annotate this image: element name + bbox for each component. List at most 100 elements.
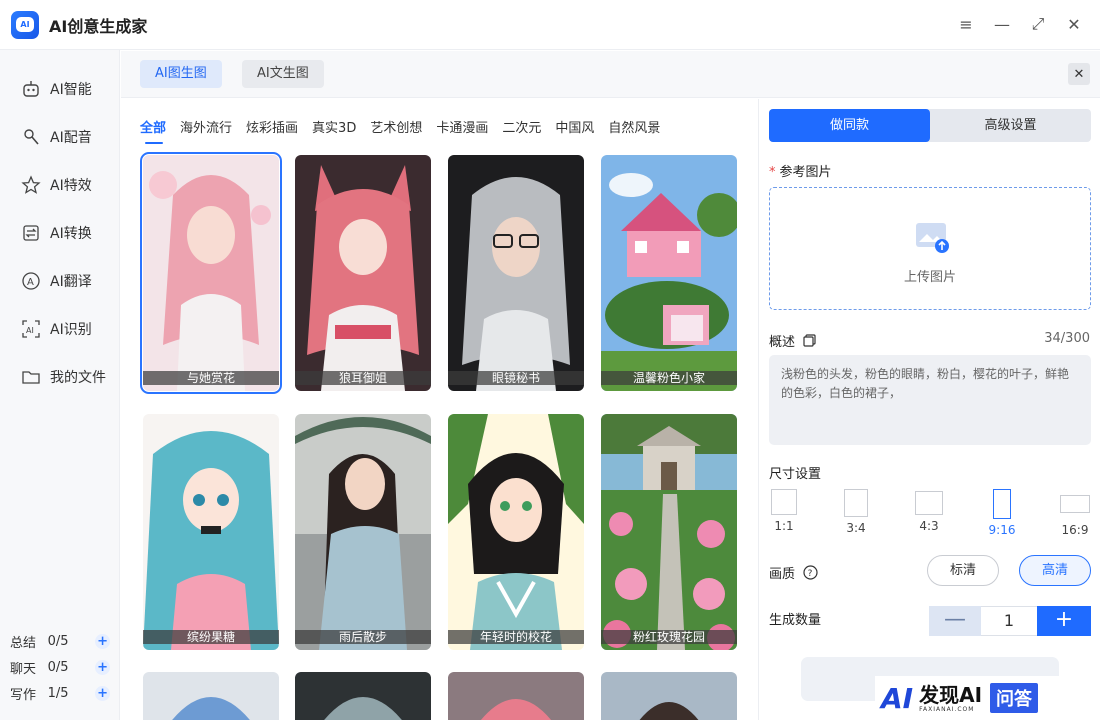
quota-value: 0/5 (47, 660, 69, 675)
category-cartoon[interactable]: 卡通漫画 (436, 117, 488, 137)
app-title: AI创意生成家 (49, 16, 148, 36)
category-illustration[interactable]: 炫彩插画 (246, 117, 298, 137)
sidebar-item-label: AI识别 (50, 322, 92, 338)
quota-value: 1/5 (47, 686, 69, 701)
template-card[interactable]: 雨后散步 (295, 414, 431, 650)
quality-standard-button[interactable]: 标清 (927, 555, 999, 586)
card-caption: 温馨粉色小家 (601, 371, 737, 385)
template-card[interactable]: 年轻时的校花 (448, 414, 584, 650)
sidebar-item-ai-smart[interactable]: AI智能 (20, 78, 92, 100)
sidebar-item-ai-recognize[interactable]: AI AI识别 (20, 318, 92, 340)
mode-tabs-bar: AI图生图 AI文生图 ✕ (121, 51, 1100, 98)
decrement-button[interactable]: — (929, 606, 981, 636)
card-image (448, 155, 584, 391)
template-card[interactable]: 眼镜秘书 (448, 155, 584, 391)
ratio-9-16[interactable]: 9:16 (977, 489, 1027, 537)
minimize-icon[interactable]: — (994, 14, 1010, 34)
quality-high-button[interactable]: 高清 (1019, 555, 1091, 586)
ratio-label: 4:3 (919, 519, 939, 533)
menu-icon[interactable]: ≡ (958, 14, 974, 34)
watermark-logo: AI (881, 681, 914, 715)
template-card[interactable] (601, 672, 737, 720)
ratio-box (993, 489, 1011, 519)
template-card[interactable] (448, 672, 584, 720)
quota-writing: 写作 1/5 + (10, 684, 110, 703)
ratio-box (1060, 495, 1090, 513)
card-caption: 雨后散步 (295, 630, 431, 644)
watermark-badge: 问答 (990, 683, 1039, 713)
description-input[interactable] (769, 355, 1091, 445)
ratio-4-3[interactable]: 4:3 (904, 489, 954, 533)
increment-button[interactable]: + (1037, 606, 1091, 636)
category-art[interactable]: 艺术创想 (370, 117, 422, 137)
quality-label: 画质 ? (769, 563, 818, 582)
sidebar-item-ai-convert[interactable]: AI转换 (20, 222, 92, 244)
category-overseas[interactable]: 海外流行 (180, 117, 232, 137)
card-caption: 与她赏花 (143, 371, 279, 385)
tab-advanced-settings[interactable]: 高级设置 (930, 109, 1091, 142)
sidebar-item-label: AI转换 (50, 226, 92, 242)
category-landscape[interactable]: 自然风景 (608, 117, 660, 137)
help-icon[interactable]: ? (803, 565, 818, 580)
count-label: 生成数量 (769, 613, 822, 628)
quota-chat: 聊天 0/5 + (10, 658, 110, 677)
template-card[interactable] (295, 672, 431, 720)
category-all[interactable]: 全部 (140, 117, 166, 144)
card-image (448, 414, 584, 650)
card-image (143, 672, 279, 720)
reference-image-label: * 参考图片 (769, 161, 832, 180)
ratio-box (771, 489, 797, 515)
template-card[interactable]: 温馨粉色小家 (601, 155, 737, 391)
quota-name: 总结 (10, 636, 37, 651)
required-mark: * (769, 165, 776, 180)
card-image (601, 672, 737, 720)
ratio-16-9[interactable]: 16:9 (1050, 489, 1100, 537)
template-card[interactable] (143, 672, 279, 720)
template-card[interactable]: 粉红玫瑰花园 (601, 414, 737, 650)
plus-icon[interactable]: + (95, 660, 110, 675)
close-icon[interactable]: ✕ (1066, 14, 1082, 34)
copy-icon[interactable] (803, 334, 816, 347)
description-label: 概述 (769, 331, 816, 350)
window-controls: ≡ — ⤢ ✕ (958, 14, 1082, 34)
tab-make-same[interactable]: 做同款 (769, 109, 930, 142)
category-chinese[interactable]: 中国风 (555, 117, 594, 137)
tab-text-to-image[interactable]: AI文生图 (242, 60, 324, 88)
robot-icon (20, 78, 42, 100)
close-panel-icon[interactable]: ✕ (1068, 63, 1090, 85)
template-card[interactable]: 与她赏花 (140, 152, 282, 394)
reference-image-text: 参考图片 (779, 165, 832, 180)
sidebar-item-label: AI翻译 (50, 274, 92, 290)
star-icon (20, 174, 42, 196)
plus-icon[interactable]: + (95, 686, 110, 701)
ratio-box (844, 489, 868, 517)
sidebar-item-my-files[interactable]: 我的文件 (20, 366, 106, 388)
template-card[interactable]: 狼耳御姐 (295, 155, 431, 391)
card-image (295, 672, 431, 720)
count-value[interactable]: 1 (981, 606, 1037, 636)
card-caption: 眼镜秘书 (448, 371, 584, 385)
sidebar-item-ai-translate[interactable]: A AI翻译 (20, 270, 92, 292)
description-counter: 34/300 (1044, 331, 1090, 346)
tab-image-to-image[interactable]: AI图生图 (140, 60, 222, 88)
ratio-3-4[interactable]: 3:4 (831, 489, 881, 535)
quota-name: 聊天 (10, 662, 37, 677)
sidebar-item-ai-effects[interactable]: AI特效 (20, 174, 92, 196)
quota-summary: 总结 0/5 + (10, 632, 110, 651)
card-caption: 狼耳御姐 (295, 371, 431, 385)
card-caption: 年轻时的校花 (448, 630, 584, 644)
size-settings-label: 尺寸设置 (769, 467, 822, 482)
category-anime[interactable]: 二次元 (502, 117, 541, 137)
plus-icon[interactable]: + (95, 634, 110, 649)
category-3d[interactable]: 真实3D (312, 117, 356, 137)
template-card[interactable]: 缤纷果糖 (143, 414, 279, 650)
sidebar-item-ai-dubbing[interactable]: AI配音 (20, 126, 92, 148)
ratio-1-1[interactable]: 1:1 (759, 489, 809, 533)
ratio-label: 16:9 (1061, 523, 1089, 537)
upload-area[interactable]: 上传图片 (769, 187, 1091, 310)
count-stepper: — 1 + (929, 606, 1091, 636)
card-caption: 缤纷果糖 (143, 630, 279, 644)
description-text: 概述 (769, 335, 796, 350)
panel-tabs: 做同款 高级设置 (769, 109, 1091, 142)
maximize-icon[interactable]: ⤢ (1030, 14, 1046, 34)
